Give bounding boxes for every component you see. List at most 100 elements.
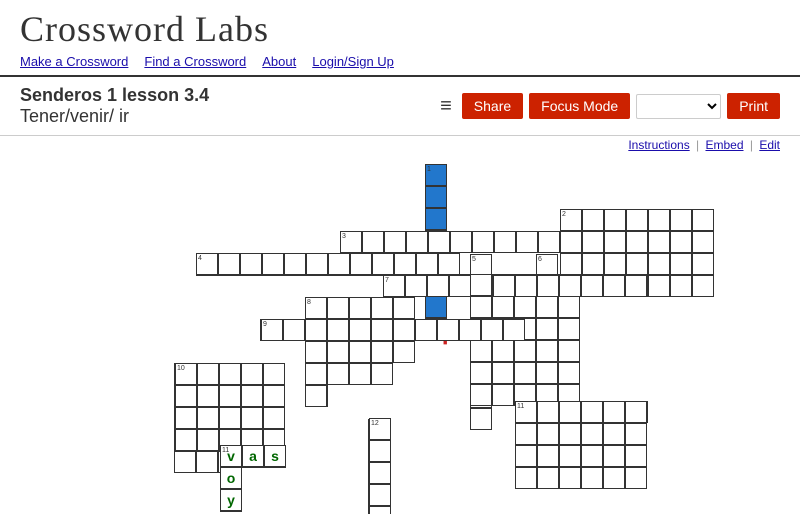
crossword-cell[interactable] bbox=[604, 209, 626, 231]
crossword-cell[interactable] bbox=[327, 363, 349, 385]
crossword-cell[interactable]: o bbox=[220, 467, 242, 489]
crossword-cell[interactable] bbox=[305, 385, 327, 407]
crossword-cell[interactable] bbox=[494, 231, 516, 253]
crossword-cell[interactable] bbox=[219, 385, 241, 407]
crossword-cell[interactable] bbox=[470, 408, 492, 430]
crossword-cell[interactable] bbox=[604, 253, 626, 275]
crossword-cell[interactable]: 1 bbox=[425, 164, 447, 186]
crossword-cell[interactable] bbox=[349, 341, 371, 363]
edit-link[interactable]: Edit bbox=[759, 138, 780, 152]
crossword-cell[interactable] bbox=[371, 319, 393, 341]
crossword-cell[interactable] bbox=[515, 467, 537, 489]
crossword-cell[interactable] bbox=[438, 253, 460, 275]
crossword-cell[interactable] bbox=[558, 296, 580, 318]
crossword-cell[interactable] bbox=[328, 253, 350, 275]
crossword-cell[interactable] bbox=[626, 253, 648, 275]
crossword-cell[interactable] bbox=[625, 275, 647, 297]
crossword-cell[interactable] bbox=[648, 253, 670, 275]
crossword-cell[interactable] bbox=[493, 275, 515, 297]
crossword-cell[interactable] bbox=[219, 407, 241, 429]
crossword-cell[interactable] bbox=[625, 467, 647, 489]
crossword-cell[interactable] bbox=[305, 341, 327, 363]
crossword-cell[interactable]: 11 bbox=[515, 401, 537, 423]
crossword-cell[interactable]: 12 bbox=[369, 418, 391, 440]
crossword-cell[interactable] bbox=[241, 407, 263, 429]
crossword-cell[interactable] bbox=[670, 209, 692, 231]
crossword-cell[interactable] bbox=[263, 363, 285, 385]
crossword-cell[interactable] bbox=[515, 275, 537, 297]
crossword-cell[interactable] bbox=[241, 363, 263, 385]
crossword-cell[interactable] bbox=[369, 462, 391, 484]
nav-about[interactable]: About bbox=[262, 54, 296, 69]
crossword-cell[interactable]: 8 bbox=[305, 297, 327, 319]
crossword-cell[interactable] bbox=[582, 231, 604, 253]
crossword-cell[interactable] bbox=[625, 401, 647, 423]
crossword-cell[interactable] bbox=[560, 253, 582, 275]
print-button[interactable]: Print bbox=[727, 93, 780, 119]
crossword-cell[interactable] bbox=[175, 429, 197, 451]
crossword-cell[interactable] bbox=[305, 319, 327, 341]
crossword-cell[interactable] bbox=[503, 319, 525, 341]
crossword-cell[interactable] bbox=[626, 231, 648, 253]
focus-mode-button[interactable]: Focus Mode bbox=[529, 93, 630, 119]
crossword-cell[interactable]: 7 bbox=[383, 275, 405, 297]
crossword-cell[interactable] bbox=[327, 319, 349, 341]
crossword-cell[interactable] bbox=[393, 319, 415, 341]
crossword-cell[interactable] bbox=[670, 275, 692, 297]
crossword-cell[interactable] bbox=[492, 296, 514, 318]
crossword-cell[interactable] bbox=[283, 319, 305, 341]
crossword-cell[interactable] bbox=[537, 423, 559, 445]
crossword-cell[interactable] bbox=[514, 362, 536, 384]
crossword-cell[interactable]: 4 bbox=[196, 253, 218, 275]
crossword-cell[interactable] bbox=[648, 231, 670, 253]
crossword-cell[interactable] bbox=[372, 253, 394, 275]
crossword-cell[interactable] bbox=[625, 423, 647, 445]
crossword-cell[interactable] bbox=[369, 506, 391, 514]
crossword-cell[interactable] bbox=[415, 319, 437, 341]
crossword-cell[interactable] bbox=[175, 407, 197, 429]
crossword-cell[interactable] bbox=[197, 385, 219, 407]
crossword-cell[interactable] bbox=[558, 340, 580, 362]
crossword-cell[interactable] bbox=[394, 253, 416, 275]
crossword-cell[interactable]: 5 bbox=[470, 254, 492, 276]
crossword-cell[interactable] bbox=[581, 401, 603, 423]
crossword-cell[interactable] bbox=[472, 231, 494, 253]
crossword-cell[interactable] bbox=[349, 297, 371, 319]
crossword-cell[interactable] bbox=[538, 231, 560, 253]
crossword-cell[interactable] bbox=[692, 275, 714, 297]
crossword-cell[interactable] bbox=[350, 253, 372, 275]
crossword-cell[interactable] bbox=[240, 253, 262, 275]
nav-make[interactable]: Make a Crossword bbox=[20, 54, 128, 69]
crossword-cell[interactable] bbox=[692, 231, 714, 253]
crossword-cell[interactable] bbox=[515, 423, 537, 445]
crossword-cell[interactable] bbox=[648, 209, 670, 231]
crossword-cell[interactable] bbox=[416, 253, 438, 275]
hamburger-button[interactable]: ≡ bbox=[440, 95, 452, 118]
crossword-cell[interactable] bbox=[558, 362, 580, 384]
crossword-cell[interactable] bbox=[626, 209, 648, 231]
crossword-cell[interactable] bbox=[603, 401, 625, 423]
share-button[interactable]: Share bbox=[462, 93, 523, 119]
crossword-cell[interactable] bbox=[670, 253, 692, 275]
crossword-cell[interactable] bbox=[425, 208, 447, 230]
crossword-cell[interactable] bbox=[405, 275, 427, 297]
crossword-cell[interactable] bbox=[371, 363, 393, 385]
crossword-cell[interactable]: 10 bbox=[175, 363, 197, 385]
crossword-cell[interactable]: y bbox=[220, 489, 242, 511]
crossword-cell[interactable] bbox=[196, 451, 218, 473]
crossword-cell[interactable] bbox=[559, 423, 581, 445]
crossword-cell[interactable] bbox=[241, 385, 263, 407]
crossword-cell[interactable] bbox=[603, 445, 625, 467]
crossword-cell[interactable] bbox=[648, 275, 670, 297]
crossword-cell[interactable]: 11v bbox=[220, 445, 242, 467]
crossword-cell[interactable] bbox=[425, 296, 447, 318]
crossword-cell[interactable] bbox=[369, 440, 391, 462]
crossword-cell[interactable] bbox=[197, 407, 219, 429]
crossword-cell[interactable] bbox=[470, 362, 492, 384]
crossword-cell[interactable] bbox=[537, 467, 559, 489]
crossword-cell[interactable] bbox=[515, 445, 537, 467]
crossword-cell[interactable] bbox=[218, 253, 240, 275]
crossword-cell[interactable] bbox=[371, 297, 393, 319]
crossword-cell[interactable] bbox=[263, 385, 285, 407]
crossword-cell[interactable] bbox=[327, 341, 349, 363]
